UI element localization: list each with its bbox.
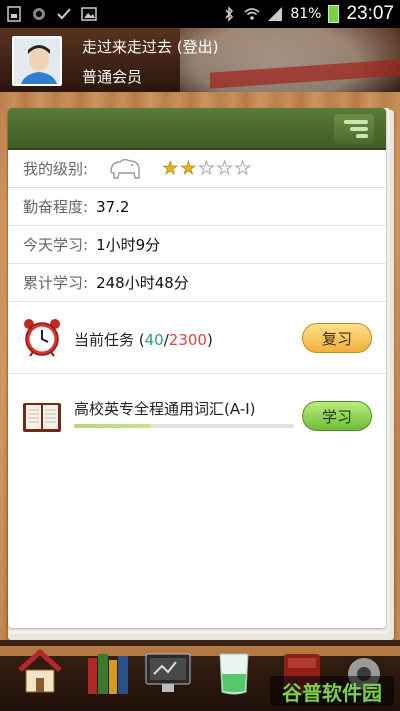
signal-icon <box>268 7 283 21</box>
level-stars: ★ ★ ★ ★ ★ <box>162 158 251 180</box>
battery-percent: 81% <box>290 6 322 22</box>
check-icon <box>57 8 71 20</box>
star-filled-icon: ★ <box>162 158 179 180</box>
today-study-label: 今天学习: <box>23 236 89 254</box>
wordbook-progress-fill <box>74 424 151 428</box>
status-bar: 81% 23:07 <box>0 0 400 28</box>
bear-level-icon <box>110 158 140 179</box>
star-empty-icon: ★ <box>234 158 251 180</box>
star-empty-icon: ★ <box>198 158 215 180</box>
star-filled-icon: ★ <box>180 158 197 180</box>
diligence-row: 勤奋程度: 37.2 <box>8 188 386 226</box>
monitor-icon[interactable] <box>142 646 194 698</box>
diligence-label: 勤奋程度: <box>23 198 89 216</box>
study-button[interactable]: 学习 <box>302 401 372 431</box>
alarm-clock-icon <box>24 319 60 357</box>
task-total-count: 2300 <box>168 331 207 349</box>
level-row: 我的级别: ★ ★ ★ ★ ★ <box>8 150 386 188</box>
beaker-icon[interactable] <box>208 646 260 698</box>
task-label-text: 当前任务 ( <box>74 331 145 349</box>
level-label: 我的级别: <box>23 160 89 178</box>
task-close-paren: ) <box>206 331 213 349</box>
sim-icon <box>7 6 21 22</box>
battery-icon <box>328 5 340 23</box>
sync-icon <box>33 8 45 20</box>
wifi-icon <box>244 8 260 20</box>
menu-button[interactable] <box>334 114 374 144</box>
total-study-label: 累计学习: <box>23 274 89 292</box>
star-empty-icon: ★ <box>216 158 233 180</box>
books-icon[interactable] <box>82 646 134 698</box>
menu-bar-icon <box>344 120 368 124</box>
user-header: 走过来走过去 (登出) 普通会员 <box>0 28 400 92</box>
diligence-value: 37.2 <box>96 197 130 216</box>
menu-bar-icon <box>350 127 368 131</box>
avatar[interactable] <box>12 36 62 86</box>
wordbook-progress-bar <box>74 424 294 428</box>
watermark-logo: 谷普软件园 <box>270 676 394 706</box>
today-study-value: 1小时9分 <box>96 236 161 254</box>
clock-time: 23:07 <box>346 3 394 24</box>
notebook-header <box>8 108 386 150</box>
notebook-panel: 我的级别: ★ ★ ★ ★ ★ 勤奋程度: 37.2 今天学习: 1小时9分 累… <box>8 108 386 628</box>
gallery-icon <box>81 7 97 21</box>
task-done-count: 40 <box>144 331 164 349</box>
current-task-label: 当前任务 (40/2300) <box>74 329 213 350</box>
home-icon[interactable] <box>14 646 66 698</box>
today-study-row: 今天学习: 1小时9分 <box>8 226 386 264</box>
wordbook-title: 高校英专全程通用词汇(A-I) <box>74 400 256 418</box>
bluetooth-icon <box>225 6 234 22</box>
current-task-row: 当前任务 (40/2300) 复习 <box>8 302 386 374</box>
total-study-value: 248小时48分 <box>96 274 189 292</box>
review-button[interactable]: 复习 <box>302 323 372 353</box>
member-type: 普通会员 <box>82 68 143 86</box>
menu-bar-icon <box>356 134 368 138</box>
open-book-icon <box>23 403 61 432</box>
total-study-row: 累计学习: 248小时48分 <box>8 264 386 302</box>
username-logout-link[interactable]: 走过来走过去 (登出) <box>82 36 218 57</box>
user-avatar-icon <box>14 38 60 84</box>
